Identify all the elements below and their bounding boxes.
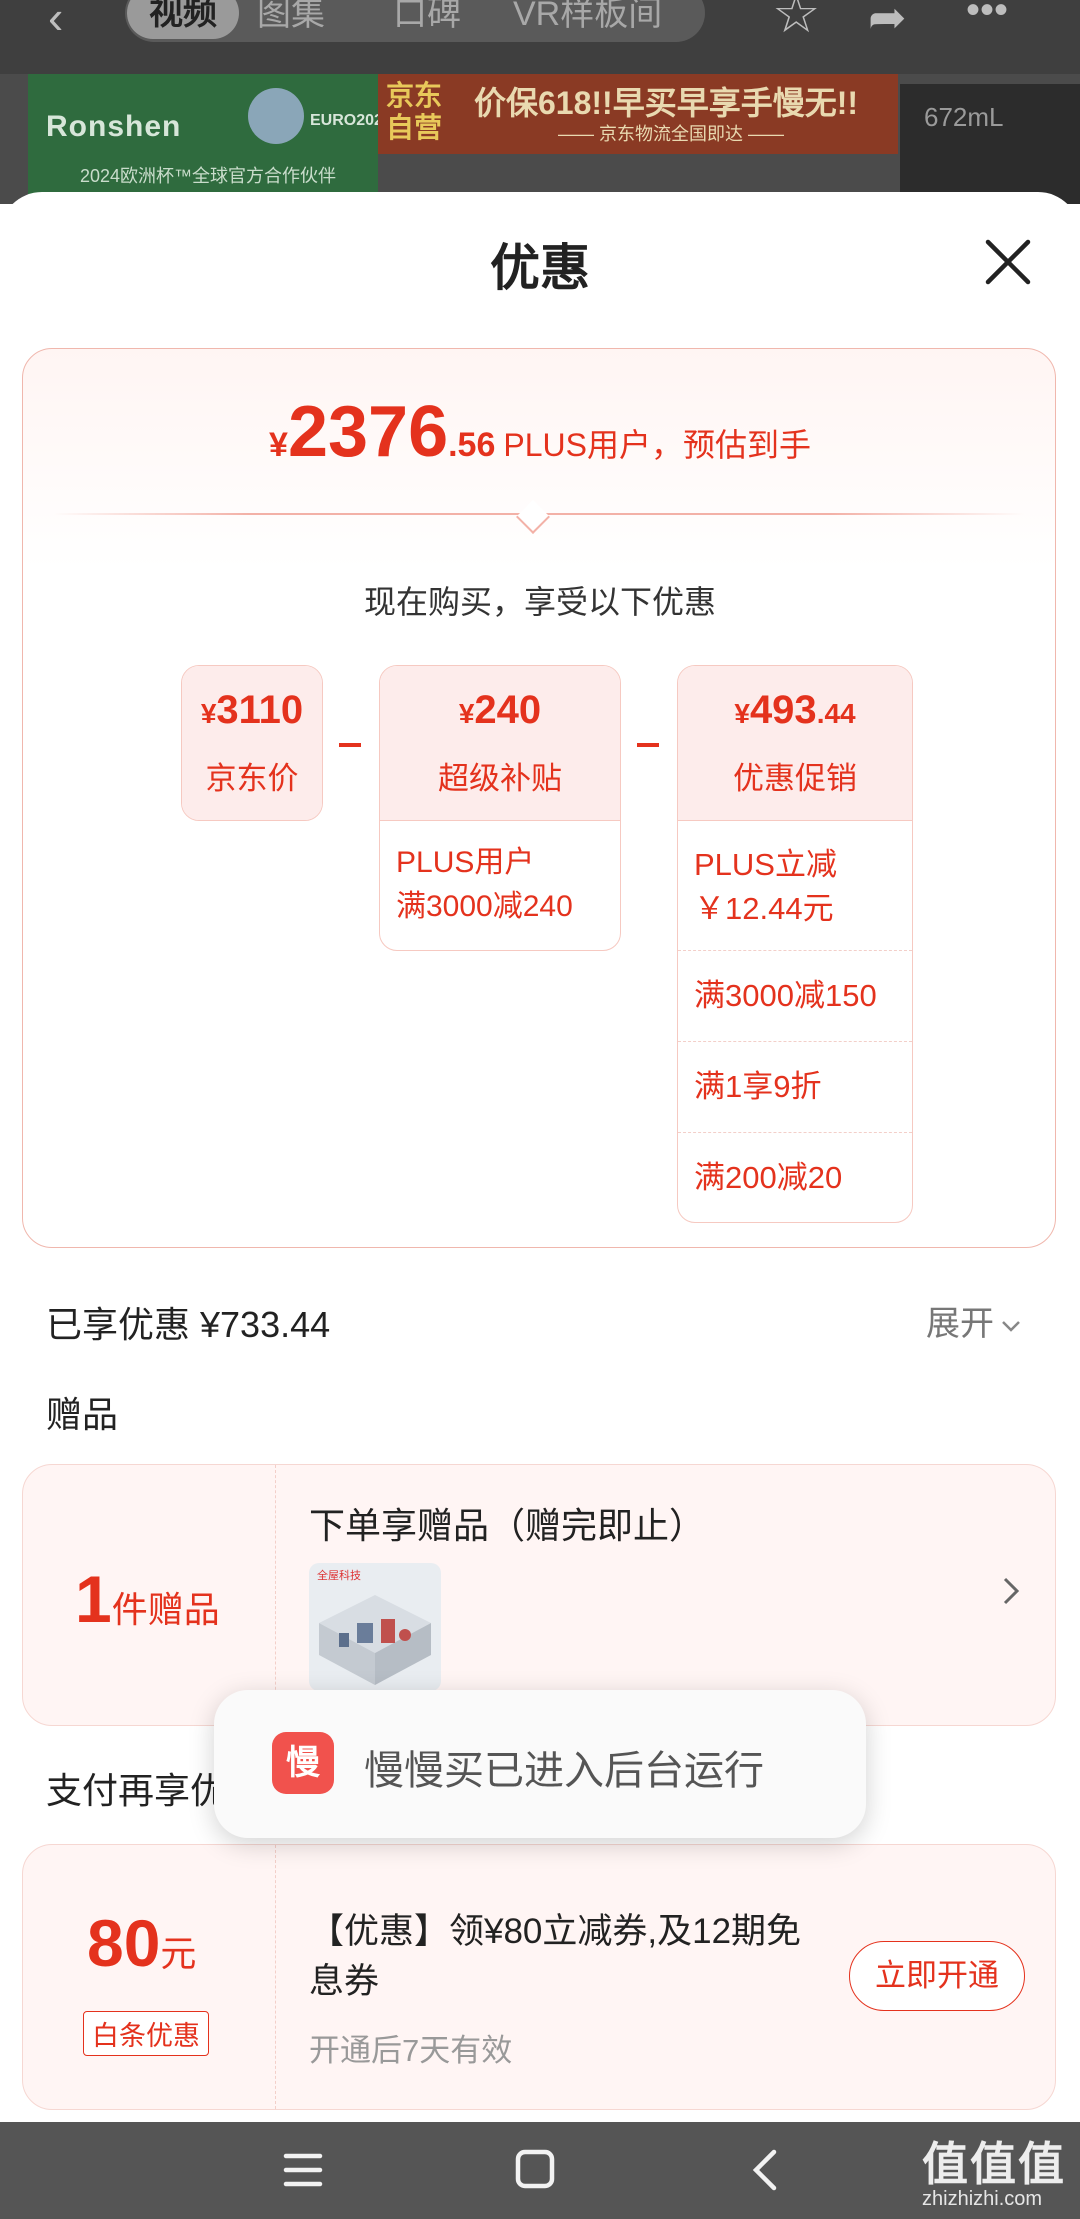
minus-sign <box>339 743 361 747</box>
promo-item: 满1享9折 <box>678 1041 912 1132</box>
pay-amount-unit: 元 <box>160 1933 197 1974</box>
promo-chip: ¥493.44 优惠促销 PLUS立减 ￥12.44元 满3000减150 满1… <box>677 665 913 1223</box>
fridge-image: 672mL <box>900 84 1080 204</box>
sheet-title: 优惠 <box>490 240 590 296</box>
brand-panel: Ronshen EURO2024 2024欧洲杯™全球官方合作伙伴 <box>28 74 392 204</box>
toast-message: 慢慢买已进入后台运行 <box>364 1749 764 1793</box>
chip-currency: ¥ <box>200 698 217 729</box>
close-icon <box>985 239 1031 285</box>
tab-gallery: 图集 <box>257 0 325 33</box>
background-nav: ‹ 视频 图集 口碑 VR样板间 ☆ ➦ ••• <box>0 0 1080 70</box>
price-breakdown-card: ¥2376.56 PLUS用户，预估到手 现在购买，享受以下优惠 ¥3110 京东… <box>22 348 1056 1248</box>
back-button[interactable] <box>730 2140 800 2200</box>
chip-value: 3110 <box>216 688 304 732</box>
back-arrow-icon <box>752 2149 777 2191</box>
back-icon: ‹ <box>48 0 64 43</box>
gift-card[interactable]: 1件赠品 下单享赠品（赠完即止） 全屋科技 <box>22 1464 1056 1726</box>
promo-slogan: 价保618!!早买早享手慢无!! <box>474 85 859 121</box>
expand-button[interactable]: 展开 <box>926 1296 1022 1345</box>
subsidy-chip: ¥240 超级补贴 PLUS用户 满3000减240 <box>379 665 621 951</box>
chip-header: ¥493.44 优惠促销 <box>678 666 912 820</box>
delivery-text: —— 京东物流全国即达 —— <box>558 124 785 144</box>
baitiao-badge: 白条优惠 <box>83 2011 209 2056</box>
price-note: PLUS用户，预估到手 <box>503 427 811 463</box>
jd-price-chip: ¥3110 京东价 <box>181 665 323 821</box>
gift-description: 下单享赠品（赠完即止） <box>309 1505 706 1546</box>
background-run-toast: 慢 慢慢买已进入后台运行 <box>214 1690 866 1838</box>
gift-count-unit: 件赠品 <box>111 1589 220 1630</box>
price-currency: ¥ <box>269 426 288 464</box>
chip-header: ¥240 超级补贴 <box>380 666 620 820</box>
gift-thumb-tag: 全屋科技 <box>317 1570 361 1582</box>
product-banner: Ronshen EURO2024 2024欧洲杯™全球官方合作伙伴 京东自营 价… <box>0 74 1080 204</box>
brand-logo: Ronshen <box>46 110 182 143</box>
chip-label: 京东价 <box>205 761 299 796</box>
divider-notch <box>516 500 550 534</box>
home-button[interactable] <box>500 2140 570 2200</box>
chip-currency: ¥ <box>458 698 475 729</box>
breakdown-subtitle: 现在购买，享受以下优惠 <box>363 584 716 620</box>
pay-offer-text: 【优惠】领¥80立减券,及12期免息券 <box>309 1912 802 2001</box>
pay-amount: 80元 <box>87 1905 196 1981</box>
gift-count: 1件赠品 <box>75 1561 220 1637</box>
watermark-logo: 值值值 <box>922 2138 1066 2190</box>
promo-item: 满200减20 <box>678 1132 912 1222</box>
chip-currency: ¥ <box>734 698 750 729</box>
estimated-price: ¥2376.56 PLUS用户，预估到手 <box>23 391 1057 473</box>
chip-value: 493 <box>749 688 817 732</box>
home-square-icon <box>515 2149 555 2189</box>
chip-label: 优惠促销 <box>733 761 857 796</box>
partner-text: 2024欧洲杯™全球官方合作伙伴 <box>80 166 337 186</box>
promo-item: PLUS立减 ￥12.44元 <box>678 820 912 950</box>
euro-logo-icon <box>248 88 304 144</box>
gift-section-title: 赠品 <box>46 1394 119 1435</box>
chevron-down-icon <box>1002 1321 1020 1332</box>
chip-detail: PLUS用户 满3000减240 <box>380 820 620 949</box>
pay-amount-panel: 80元 白条优惠 <box>23 1845 276 2109</box>
chip-amount: ¥240 <box>380 666 620 733</box>
pay-validity: 开通后7天有效 <box>309 2033 513 2068</box>
watermark-url: zhizhizhi.com <box>922 2188 1043 2210</box>
activate-button[interactable]: 立即开通 <box>849 1941 1025 2011</box>
tab-vr: VR样板间 <box>513 0 663 33</box>
chip-value: 240 <box>474 688 542 732</box>
minus-sign <box>637 743 659 747</box>
star-icon: ☆ <box>772 0 821 44</box>
price-decimal: .56 <box>448 426 496 464</box>
gift-thumbnail[interactable]: 全屋科技 <box>309 1563 441 1691</box>
menu-icon <box>283 2153 323 2187</box>
gift-count-panel: 1件赠品 <box>23 1465 276 1725</box>
promo-panel: 京东自营 价保618!!早买早享手慢无!! —— 京东物流全国即达 —— <box>378 74 898 154</box>
jd-self-label: 京东自营 <box>386 80 443 143</box>
manmanmai-app-icon: 慢 <box>272 1732 334 1794</box>
pay-amount-number: 80 <box>87 1906 161 1980</box>
chip-header: ¥3110 京东价 <box>182 666 322 820</box>
capacity-label: 672mL <box>924 102 1004 132</box>
share-icon: ➦ <box>868 0 907 43</box>
price-integer: 2376 <box>287 392 449 472</box>
chevron-right-icon <box>1003 1577 1020 1605</box>
chip-amount: ¥493.44 <box>678 666 912 733</box>
close-button[interactable] <box>978 232 1038 292</box>
pay-discount-card: 80元 白条优惠 【优惠】领¥80立减券,及12期免息券 开通后7天有效 立即开… <box>22 1844 1056 2110</box>
chip-label: 超级补贴 <box>438 761 562 796</box>
system-nav-bar <box>0 2122 1080 2219</box>
chip-amount: ¥3110 <box>182 666 322 733</box>
more-icon: ••• <box>966 0 1009 32</box>
enjoyed-discount: 已享优惠 ¥733.44 <box>46 1304 331 1345</box>
media-tabs: 视频 图集 口碑 VR样板间 <box>125 0 705 42</box>
expand-label: 展开 <box>926 1305 994 1343</box>
tab-reviews: 口碑 <box>393 0 461 33</box>
gift-count-number: 1 <box>75 1562 112 1636</box>
tab-video: 视频 <box>127 0 239 39</box>
promo-item: 满3000减150 <box>678 950 912 1041</box>
chip-decimal: .44 <box>816 698 856 729</box>
recents-button[interactable] <box>268 2140 338 2200</box>
